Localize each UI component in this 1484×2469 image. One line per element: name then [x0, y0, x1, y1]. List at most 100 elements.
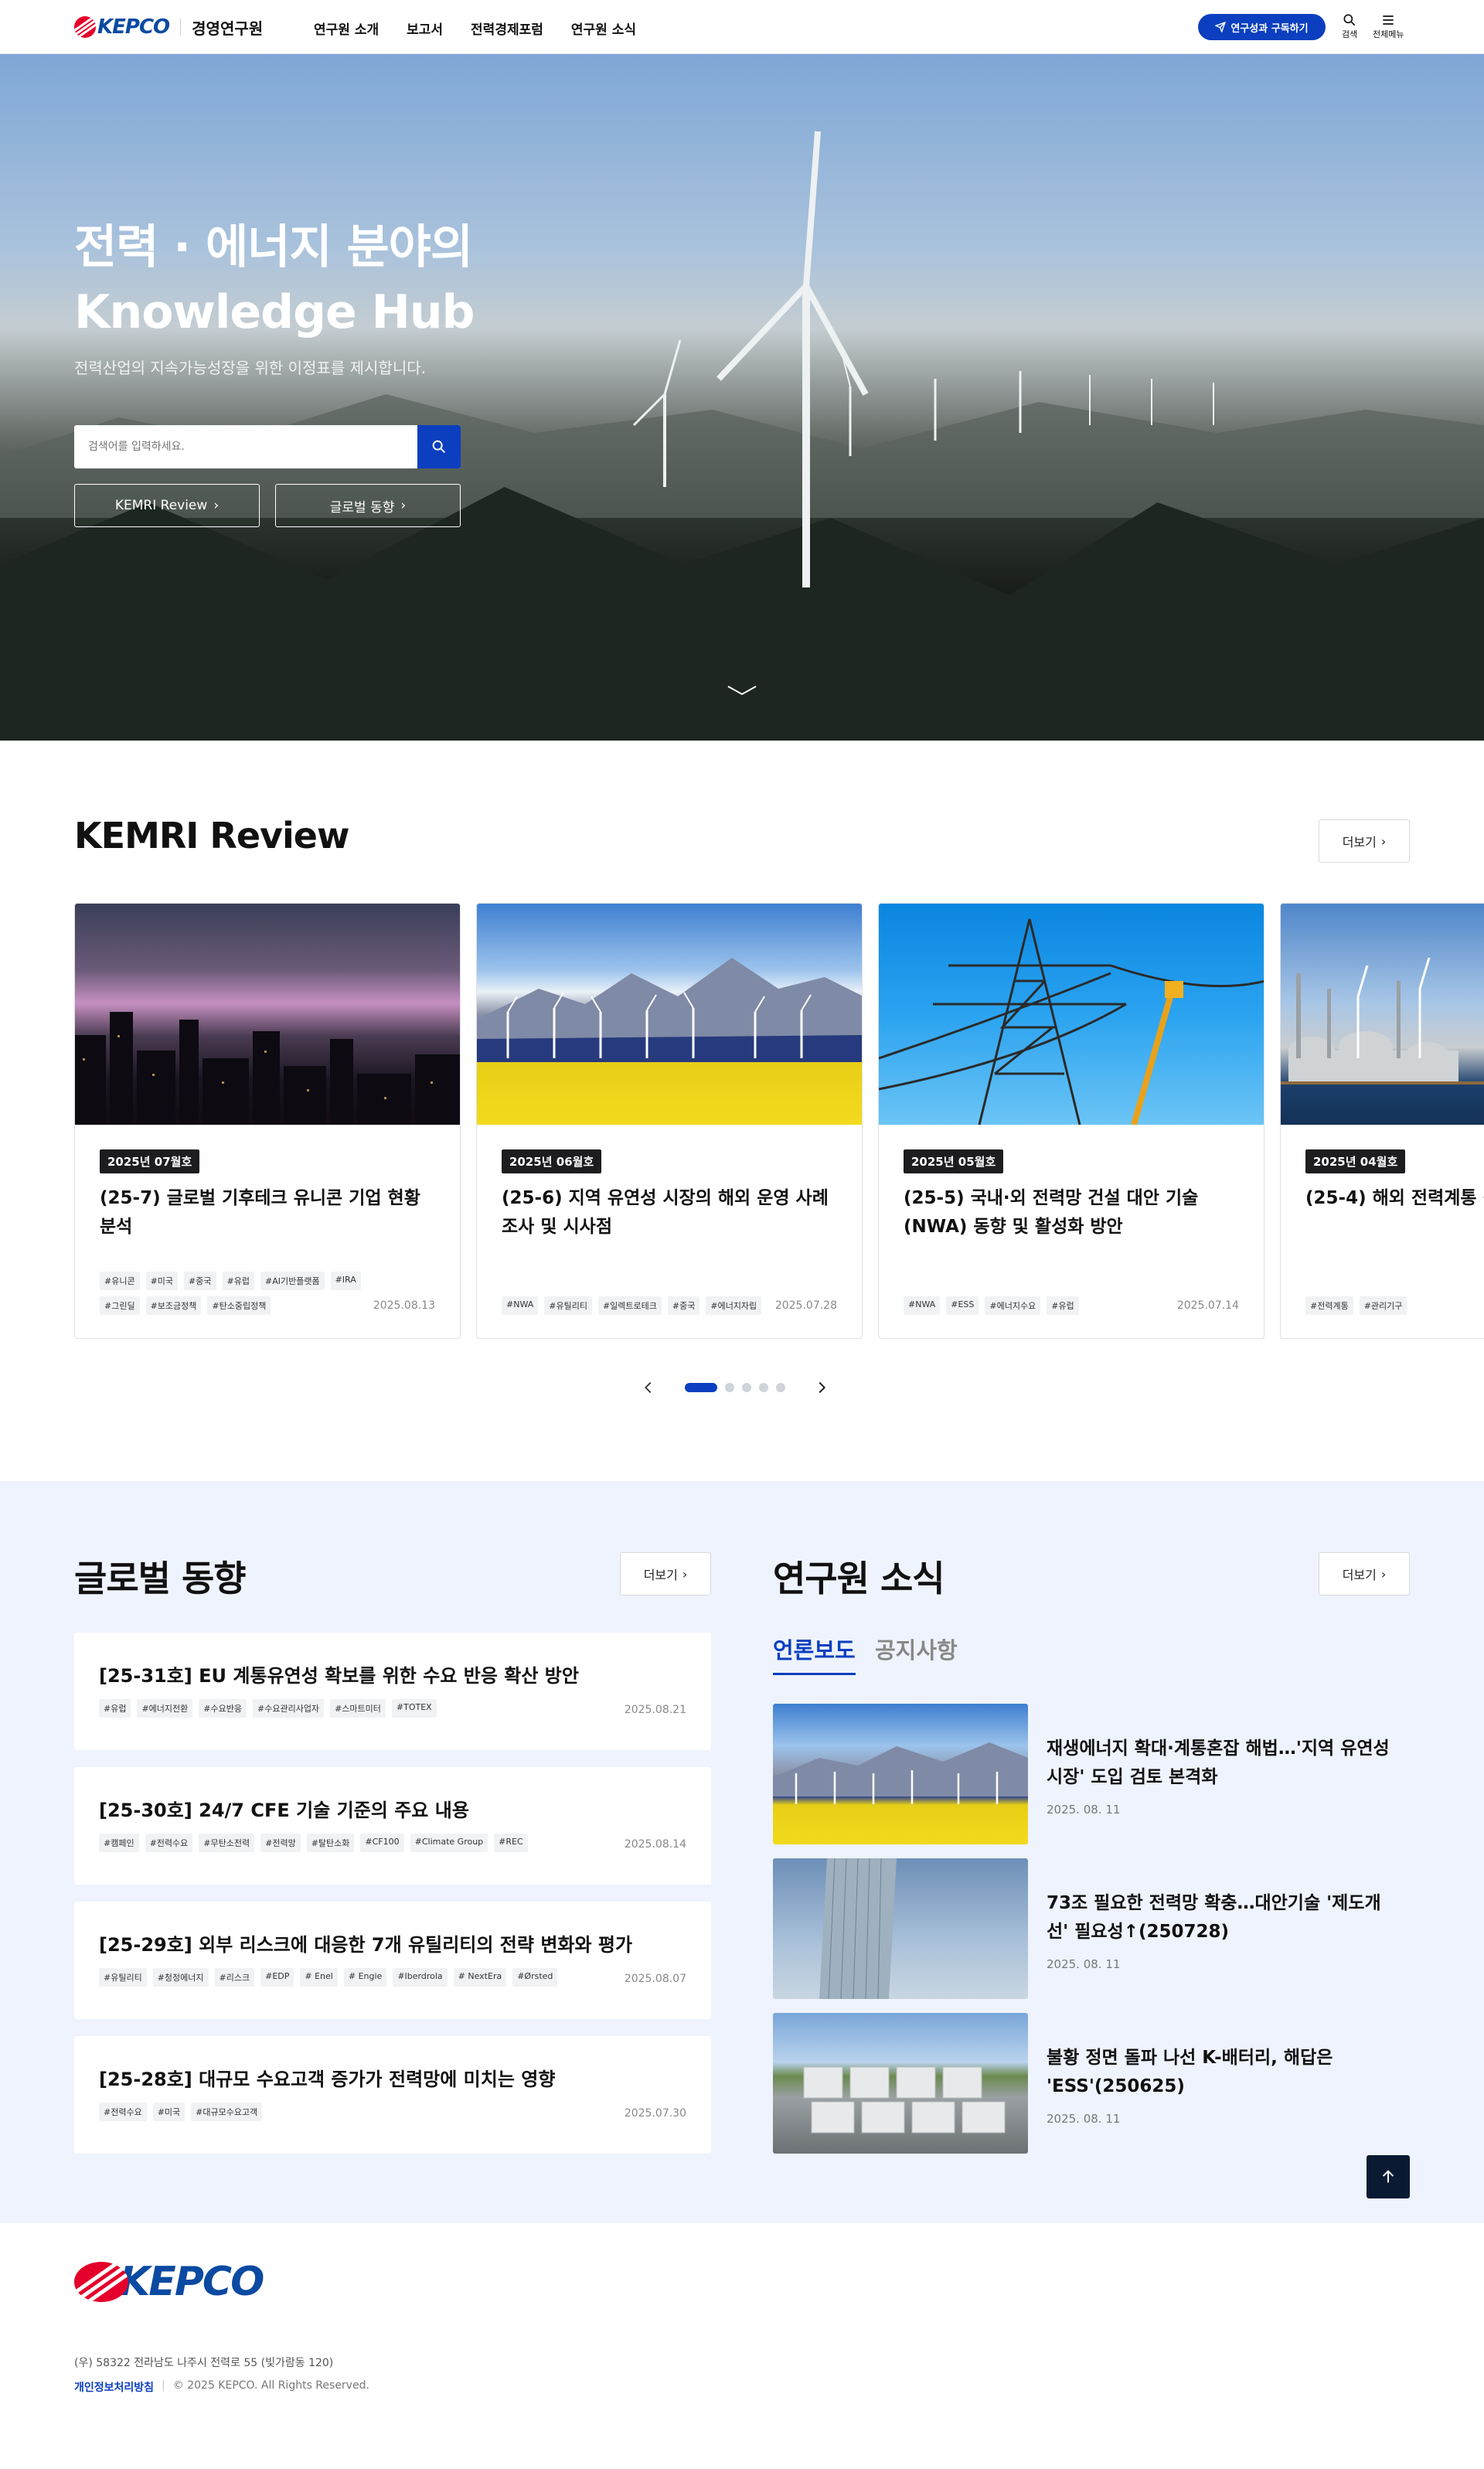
global-trend-item[interactable]: [25-30호] 24/7 CFE 기술 기준의 주요 내용 #캠페인 #전력수…	[74, 1767, 711, 1885]
review-more-button[interactable]: 더보기 ›	[1319, 819, 1410, 863]
tag[interactable]: # Engie	[343, 1968, 387, 1987]
news-title: 73조 필요한 전력망 확충…대안기술 '제도개선' 필요성↑(250728)	[1047, 1893, 1381, 1942]
review-card[interactable]: 2025년 07월호 (25-7) 글로벌 기후테크 유니콘 기업 현황 분석 …	[74, 903, 461, 1339]
tag[interactable]: #전력계통	[1305, 1296, 1353, 1315]
tag[interactable]: #전력수요	[145, 1834, 193, 1852]
tag[interactable]: #유럽	[222, 1272, 254, 1290]
news-more-button[interactable]: 더보기 ›	[1319, 1552, 1410, 1595]
chevron-right-icon[interactable]	[813, 1379, 830, 1396]
subscribe-label: 연구성과 구독하기	[1230, 22, 1309, 35]
tag[interactable]: #에너지자립	[706, 1296, 762, 1315]
tag[interactable]: #NWA	[904, 1296, 941, 1315]
news-item[interactable]: 불황 정면 돌파 나선 K-배터리, 해답은 'ESS'(250625) 202…	[773, 2013, 1410, 2154]
global-trend-item[interactable]: [25-31호] EU 계통유연성 확보를 위한 수요 반응 확산 방안 #유럽…	[74, 1633, 711, 1750]
tag[interactable]: #유틸리티	[99, 1968, 147, 1987]
tag[interactable]: #Climate Group	[410, 1834, 488, 1852]
footer-logo[interactable]: KEPCO	[74, 2259, 264, 2305]
tag[interactable]: #유럽	[99, 1699, 131, 1718]
tag[interactable]: #TOTEX	[391, 1699, 437, 1718]
hero-global-button[interactable]: 글로벌 동향 ›	[275, 484, 461, 527]
hamburger-icon	[1383, 15, 1394, 25]
tag[interactable]: #중국	[184, 1272, 216, 1290]
tag[interactable]: #미국	[145, 1272, 179, 1290]
hero-review-button[interactable]: KEMRI Review ›	[74, 484, 260, 527]
tag[interactable]: #유틸리티	[544, 1296, 592, 1315]
tag[interactable]: #수요반응	[199, 1699, 247, 1718]
header-search-button[interactable]: 검색	[1342, 12, 1357, 40]
kepco-logo[interactable]: KEPCO 경영연구원	[74, 15, 263, 39]
tag[interactable]: #EDP	[260, 1968, 294, 1987]
nav-item-about[interactable]: 연구원 소개	[314, 19, 379, 38]
chevron-left-icon[interactable]	[640, 1379, 657, 1396]
tag[interactable]: #에너지수요	[985, 1296, 1041, 1315]
nav-item-forum[interactable]: 전력경제포럼	[471, 19, 543, 38]
tag[interactable]: #일렉트로테크	[597, 1296, 662, 1315]
main-nav: 연구원 소개 보고서 전력경제포럼 연구원 소식	[314, 19, 636, 38]
global-trend-item[interactable]: [25-28호] 대규모 수요고객 증가가 전력망에 미치는 영향 #전력수요 …	[74, 2036, 711, 2154]
tag[interactable]: #AI기반플랫폼	[260, 1272, 325, 1290]
tag[interactable]: # Enel	[300, 1968, 338, 1987]
hero-search-button[interactable]	[417, 425, 461, 468]
global-more-button[interactable]: 더보기 ›	[620, 1552, 711, 1595]
wind-field-image	[477, 904, 862, 1125]
card-title: (25-5) 국내·외 전력망 건설 대안 기술(NWA) 동향 및 활성화 방…	[904, 1188, 1199, 1237]
kepco-emblem-icon	[74, 16, 104, 38]
tag[interactable]: #미국	[152, 2103, 186, 2121]
subscribe-button[interactable]: 연구성과 구독하기	[1198, 14, 1326, 40]
tag[interactable]: #보조금정책	[145, 1296, 202, 1315]
tag[interactable]: # NextEra	[453, 1968, 507, 1987]
tab-notice[interactable]: 공지사항	[875, 1633, 958, 1665]
tag[interactable]: #리스크	[214, 1968, 255, 1987]
card-date: 2025.07.28	[774, 1299, 837, 1312]
tag[interactable]: #에너지전환	[137, 1699, 193, 1718]
tag[interactable]: #탄소중립정책	[207, 1296, 271, 1315]
tag[interactable]: #Iberdrola	[393, 1968, 448, 1987]
issue-badge: 2025년 07월호	[100, 1149, 200, 1173]
tag[interactable]: #청정에너지	[152, 1968, 209, 1987]
tag[interactable]: #IRA	[330, 1272, 361, 1290]
pager-dot[interactable]	[725, 1383, 734, 1392]
scroll-down-icon[interactable]	[727, 683, 757, 699]
tag[interactable]: #그린딜	[100, 1296, 140, 1315]
issue-badge: 2025년 06월호	[502, 1149, 602, 1173]
chevron-right-icon: ›	[213, 498, 220, 513]
pager-dot[interactable]	[742, 1383, 751, 1392]
tag[interactable]: #전력망	[260, 1834, 301, 1852]
tag[interactable]: #NWA	[502, 1296, 539, 1315]
building-thumbnail	[773, 1858, 1028, 1999]
hero-search-input[interactable]	[74, 425, 417, 468]
tag[interactable]: #캠페인	[99, 1834, 139, 1852]
tag[interactable]: #대규모수요고객	[191, 2103, 263, 2121]
tag[interactable]: #수요관리사업자	[253, 1699, 325, 1718]
nav-item-news[interactable]: 연구원 소식	[571, 19, 636, 38]
pager-dot-active[interactable]	[685, 1383, 717, 1392]
pager-dot[interactable]	[759, 1383, 768, 1392]
tag[interactable]: #ESS	[946, 1296, 979, 1315]
tag[interactable]: #중국	[667, 1296, 700, 1315]
tag[interactable]: #Ørsted	[512, 1968, 558, 1987]
hero-title: 전력 · 에너지 분야의 Knowledge Hub	[74, 215, 475, 345]
global-trend-item[interactable]: [25-29호] 외부 리스크에 대응한 7개 유틸리티의 전략 변화와 평가 …	[74, 1902, 711, 2019]
tag[interactable]: #REC	[494, 1834, 528, 1852]
review-card[interactable]: 2025년 04월호 (25-4) 해외 전력계통 신 현황 및 시사점 #전력…	[1280, 903, 1484, 1339]
review-card[interactable]: 2025년 06월호 (25-6) 지역 유연성 시장의 해외 운영 사례 조사…	[476, 903, 863, 1339]
pager-dot[interactable]	[776, 1383, 785, 1392]
tag[interactable]: #유럽	[1047, 1296, 1079, 1315]
tag[interactable]: #스마트미터	[330, 1699, 386, 1718]
tag[interactable]: #탈탄소화	[306, 1834, 355, 1852]
tag[interactable]: #전력수요	[99, 2103, 147, 2121]
review-card[interactable]: 2025년 05월호 (25-5) 국내·외 전력망 건설 대안 기술(NWA)…	[878, 903, 1264, 1339]
hero-description: 전력산업의 지속가능성장을 위한 이정표를 제시합니다.	[74, 359, 426, 377]
news-item[interactable]: 73조 필요한 전력망 확충…대안기술 '제도개선' 필요성↑(250728) …	[773, 1858, 1410, 1999]
tag[interactable]: #관리기구	[1359, 1296, 1407, 1315]
news-item[interactable]: 재생에너지 확대·계통혼잡 해법…'지역 유연성 시장' 도입 검토 본격화 2…	[773, 1704, 1410, 1844]
tab-press[interactable]: 언론보도	[773, 1633, 856, 1675]
scroll-top-button[interactable]	[1367, 2155, 1410, 2198]
header-menu-button[interactable]: 전체메뉴	[1373, 12, 1404, 40]
tag[interactable]: #무탄소전력	[199, 1834, 255, 1852]
nav-item-reports[interactable]: 보고서	[407, 19, 443, 38]
card-body: 2025년 04월호 (25-4) 해외 전력계통 신 현황 및 시사점	[1305, 1149, 1484, 1213]
privacy-policy-link[interactable]: 개인정보처리방침	[74, 2379, 154, 2395]
tag[interactable]: #유니콘	[100, 1272, 140, 1290]
tag[interactable]: #CF100	[360, 1834, 404, 1852]
